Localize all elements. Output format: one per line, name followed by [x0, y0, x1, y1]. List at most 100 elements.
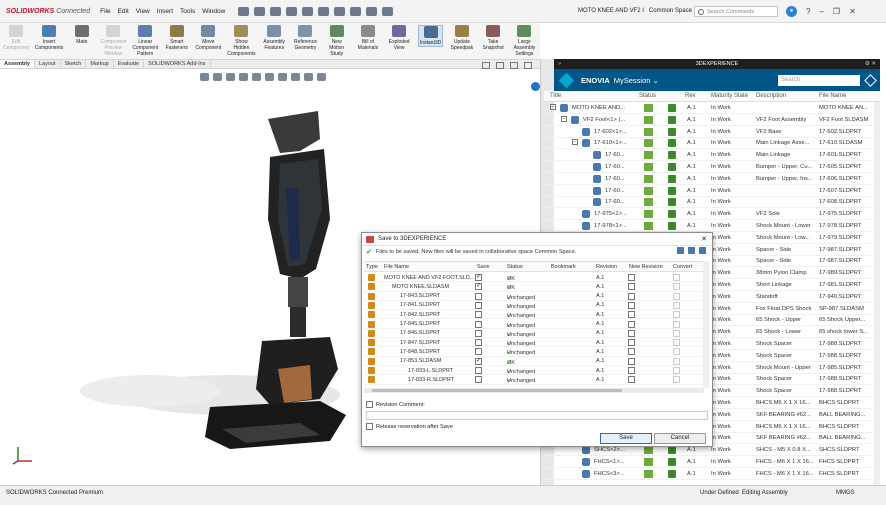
ribbon-button-11[interactable]: Bill of Materials [355, 25, 380, 51]
convert-checkbox[interactable] [673, 367, 680, 374]
task-pane-3dx-icon[interactable] [531, 82, 540, 91]
grid-column-header[interactable]: Save [477, 264, 490, 270]
new-revision-checkbox[interactable] [628, 274, 635, 281]
dx-tree-row[interactable]: 17-975<1>... A.1 In Work VF2 Sole 17-975.SLD… [544, 208, 880, 221]
save-grid-row[interactable]: MOTO KNEE AND VF2 FOOT.SLD...✔ OKA.1 [364, 273, 706, 283]
save-files-grid[interactable]: Type File Name Save Status Bookmark Revision N… [364, 261, 706, 388]
dx-scrollbar[interactable] [874, 102, 880, 485]
new-revision-checkbox[interactable] [628, 357, 635, 365]
restore-view-icon[interactable] [496, 62, 504, 69]
grid-column-header[interactable]: New Revision [629, 264, 663, 270]
ribbon-button-8[interactable]: Assembly Features [262, 25, 287, 51]
help-icon[interactable]: ? [806, 7, 810, 16]
grid-column-header[interactable]: Status [507, 264, 523, 270]
tab-sketch[interactable]: Sketch [61, 60, 87, 68]
minimize-icon[interactable]: – [819, 7, 823, 16]
menu-window[interactable]: Window [202, 8, 225, 15]
save-checkbox[interactable] [475, 273, 482, 281]
ribbon-button-1[interactable]: Insert Components [35, 25, 63, 51]
dx-tree-row[interactable]: 17-60... A.1 In Work Bumper - Upper, Ins...… [544, 173, 880, 185]
release-reservation-toggle[interactable]: Release reservation after Save [366, 423, 453, 430]
dx-tree-row[interactable]: − 17-610<1>... A.1 In Work Main Linkage Asse… [544, 137, 880, 150]
convert-checkbox[interactable] [673, 301, 680, 309]
grid-column-header[interactable]: Revision [596, 264, 617, 270]
home-icon[interactable] [238, 6, 250, 16]
dx-tree-row[interactable]: FHCS<3>... A.1 In Work FHCS - M6 X 1 X 16..… [544, 468, 880, 480]
dx-tree-row[interactable]: 17-602<1>... A.1 In Work VF2 Base 17-602.SLD… [544, 126, 880, 138]
ribbon-button-5[interactable]: Smart Fasteners [164, 25, 189, 51]
ribbon-button-14[interactable]: Update Speedpak [449, 25, 474, 51]
open-icon[interactable] [270, 6, 282, 16]
ribbon-button-7[interactable]: Show Hidden Components [227, 25, 256, 57]
convert-checkbox[interactable] [673, 292, 680, 300]
new-revision-checkbox[interactable] [628, 348, 635, 356]
bookmark-icon[interactable] [677, 247, 684, 254]
user-avatar[interactable]: ● [786, 6, 797, 17]
dx-tree-row[interactable]: 17-978<1>... A.1 In Work Shock Mount - Lowe… [544, 220, 880, 232]
zoom-to-fit-icon[interactable] [200, 73, 209, 81]
view-orientation-icon[interactable] [252, 73, 261, 81]
select-icon[interactable] [334, 6, 346, 16]
info-icon[interactable] [699, 247, 706, 254]
release-reservation-checkbox[interactable] [366, 423, 373, 430]
grid-column-header[interactable]: Bookmark [551, 264, 576, 270]
save-checkbox[interactable] [475, 348, 482, 356]
new-revision-checkbox[interactable] [628, 311, 635, 319]
save-grid-row[interactable]: 17-845.SLDPRT ✔ Unchanged A.1 [364, 320, 706, 329]
save-grid-row[interactable]: 17-833-L.SLDPRT ✔ Unchanged A.1 [364, 366, 706, 376]
menu-file[interactable]: File [100, 8, 110, 15]
ribbon-button-12[interactable]: Exploded View [387, 25, 412, 51]
cancel-button[interactable]: Cancel [654, 433, 706, 444]
convert-checkbox[interactable] [673, 376, 680, 384]
expand-collapse-icon[interactable]: − [550, 104, 556, 110]
dx-column-header[interactable]: Status [639, 93, 656, 99]
revision-comment-toggle[interactable]: Revision Comment: [366, 401, 425, 408]
new-revision-checkbox[interactable] [628, 376, 635, 384]
convert-checkbox[interactable] [673, 339, 680, 347]
dx-tree-row[interactable]: 17-60... A.1 In Work Main Linkage 17-601.SLD… [544, 149, 880, 162]
convert-checkbox[interactable] [673, 283, 680, 291]
save-icon[interactable] [286, 6, 298, 16]
ribbon-button-6[interactable]: Move Component [195, 25, 221, 51]
convert-checkbox[interactable] [673, 311, 680, 319]
save-checkbox[interactable] [475, 282, 482, 291]
tab-evaluate[interactable]: Evaluate [114, 60, 145, 68]
grid-column-header[interactable]: Convert [673, 264, 692, 270]
menu-edit[interactable]: Edit [118, 8, 129, 15]
tag-icon[interactable] [864, 73, 877, 87]
solidworks-logo[interactable]: SOLIDWORKS Connected [6, 8, 90, 15]
tab-markup[interactable]: Markup [86, 60, 114, 68]
convert-checkbox[interactable] [673, 329, 680, 337]
collapse-icon[interactable]: » [558, 59, 561, 69]
restore-icon[interactable]: ❐ [833, 7, 840, 16]
ribbon-button-9[interactable]: Reference Geometry [293, 25, 318, 51]
grid-horizontal-scrollbar[interactable] [364, 388, 704, 393]
close-view-icon[interactable] [524, 62, 532, 69]
search-commands-field[interactable]: Search Commands [694, 6, 778, 17]
ribbon-button-16[interactable]: Large Assembly Settings [512, 25, 537, 57]
dx-column-header[interactable]: Description [756, 93, 786, 99]
dx-tree-row[interactable]: 17-60... A.1 In Work 17-608.SLDPRT [544, 196, 880, 209]
zoom-to-area-icon[interactable] [213, 73, 222, 81]
save-grid-row[interactable]: 17-841.SLDPRT ✔ Unchanged A.1 [364, 301, 706, 311]
maximize-view-icon[interactable] [510, 62, 518, 69]
previous-view-icon[interactable] [226, 73, 235, 81]
save-button[interactable]: Save [600, 433, 652, 444]
new-revision-checkbox[interactable] [628, 301, 635, 309]
new-revision-checkbox[interactable] [628, 367, 635, 374]
save-grid-row[interactable]: MOTO KNEE.SLDASM✔ OKA.1 [364, 282, 706, 292]
new-revision-checkbox[interactable] [628, 320, 635, 328]
dx-column-header[interactable]: Rev [685, 93, 696, 99]
unit-system-selector[interactable]: MMGS [836, 490, 855, 496]
tab-assembly[interactable]: Assembly [0, 60, 35, 68]
save-checkbox[interactable] [475, 292, 482, 300]
save-checkbox[interactable] [475, 301, 482, 309]
tab-solidworks-add-ins[interactable]: SOLIDWORKS Add-Ins [144, 60, 211, 68]
hide-show-icon[interactable] [278, 73, 287, 81]
dx-column-header[interactable]: Title [550, 93, 561, 99]
new-revision-checkbox[interactable] [628, 329, 635, 337]
columns-icon[interactable] [688, 247, 695, 254]
scene-icon[interactable] [304, 73, 313, 81]
convert-checkbox[interactable] [673, 274, 680, 281]
dialog-close-icon[interactable]: ✕ [701, 235, 707, 243]
